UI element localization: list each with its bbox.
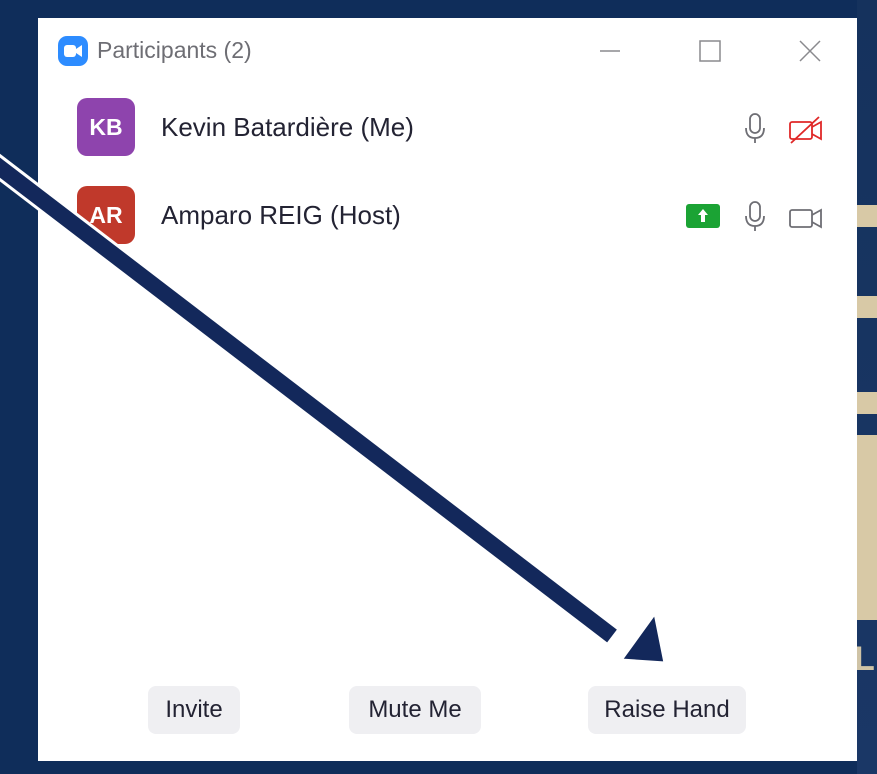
microphone-icon[interactable]	[743, 112, 767, 151]
window-title: Participants (2)	[97, 37, 252, 63]
background-stripe	[857, 296, 877, 318]
video-icon[interactable]	[788, 204, 824, 237]
maximize-icon[interactable]	[695, 36, 725, 66]
invite-button[interactable]: Invite	[148, 686, 240, 734]
minimize-icon[interactable]	[595, 36, 625, 66]
background-stripe	[857, 205, 877, 227]
zoom-camera-icon	[58, 36, 88, 66]
participant-name: Kevin Batardière (Me)	[161, 112, 414, 142]
participant-row[interactable]: KB Kevin Batardière (Me)	[38, 98, 857, 168]
background-letter: L	[854, 640, 875, 678]
participants-window: Participants (2) KB Kevin Batardière (Me…	[38, 18, 857, 761]
title-bar[interactable]: Participants (2)	[38, 18, 857, 84]
raise-hand-button[interactable]: Raise Hand	[588, 686, 746, 734]
mute-me-button[interactable]: Mute Me	[349, 686, 481, 734]
participant-name: Amparo REIG (Host)	[161, 200, 401, 230]
microphone-icon[interactable]	[743, 200, 767, 239]
avatar: KB	[77, 98, 135, 156]
close-icon[interactable]	[795, 36, 825, 66]
raise-hand-icon	[686, 204, 720, 233]
background-panel	[857, 435, 877, 620]
avatar-initials: AR	[89, 201, 123, 228]
avatar-initials: KB	[89, 113, 123, 140]
avatar: AR	[77, 186, 135, 244]
participant-row[interactable]: AR Amparo REIG (Host)	[38, 186, 857, 256]
video-off-icon[interactable]	[788, 116, 824, 149]
background-stripe	[857, 392, 877, 414]
